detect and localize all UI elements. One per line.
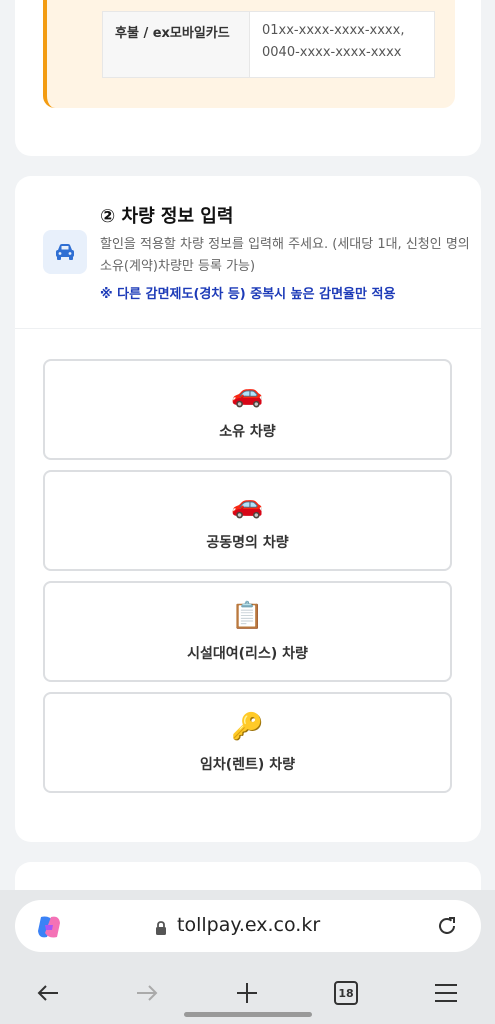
back-arrow-icon [37, 985, 58, 1001]
owned-vehicle-button[interactable]: 🚗 소유 차량 [43, 359, 452, 460]
table-header-cell: 후불 / ex모바일카드 [103, 12, 250, 77]
table-value-cell: 01xx-xxxx-xxxx-xxxx, 0040-xxxx-xxxx-xxxx [250, 12, 434, 77]
reload-icon[interactable] [435, 914, 459, 938]
menu-button[interactable] [432, 979, 460, 1007]
option-label: 소유 차량 [219, 423, 276, 440]
card-number-table: 후불 / ex모바일카드 01xx-xxxx-xxxx-xxxx, 0040-x… [102, 11, 435, 78]
option-label: 공동명의 차량 [206, 534, 289, 551]
rental-vehicle-button[interactable]: 🔑 임차(렌트) 차량 [43, 692, 452, 793]
section-header: ② 차량 정보 입력 할인을 적용할 차량 정보를 입력해 주세요. (세대당 … [15, 176, 481, 329]
car-icon: 🚗 [231, 489, 264, 520]
payment-info-card: 후불 / ex모바일카드 01xx-xxxx-xxxx-xxxx, 0040-x… [15, 0, 481, 156]
option-label: 임차(렌트) 차량 [200, 756, 295, 773]
joint-ownership-vehicle-button[interactable]: 🚗 공동명의 차량 [43, 470, 452, 571]
address-bar[interactable]: tollpay.ex.co.kr [15, 900, 481, 952]
section-description: 할인을 적용할 차량 정보를 입력해 주세요. (세대당 1대, 신청인 명의 … [100, 237, 470, 274]
notice-box: 후불 / ex모바일카드 01xx-xxxx-xxxx-xxxx, 0040-x… [43, 0, 455, 108]
menu-icon [435, 984, 457, 1002]
section-title: ② 차량 정보 입력 [100, 206, 234, 227]
lock-icon [156, 921, 166, 935]
tabs-button[interactable]: 18 [332, 979, 360, 1007]
car-icon [43, 230, 87, 274]
vehicle-info-card: ② 차량 정보 입력 할인을 적용할 차량 정보를 입력해 주세요. (세대당 … [15, 176, 481, 842]
option-label: 시설대여(리스) 차량 [187, 645, 308, 662]
discount-note: ※ 다른 감면제도(경차 등) 중복시 높은 감면율만 적용 [100, 287, 396, 302]
car-icon: 🚗 [231, 378, 264, 409]
key-icon: 🔑 [231, 711, 264, 742]
tab-count: 18 [334, 981, 358, 1005]
home-indicator[interactable] [184, 1012, 312, 1017]
clipboard-icon: 📋 [231, 600, 264, 631]
lease-vehicle-button[interactable]: 📋 시설대여(리스) 차량 [43, 581, 452, 682]
forward-arrow-icon [137, 985, 158, 1001]
forward-button[interactable] [133, 979, 161, 1007]
browser-address-area: tollpay.ex.co.kr [0, 890, 495, 962]
card-format-line-2: 0040-xxxx-xxxx-xxxx [262, 45, 402, 60]
copilot-icon[interactable] [35, 913, 63, 941]
card-format-line-1: 01xx-xxxx-xxxx-xxxx, [262, 23, 405, 38]
url-text[interactable]: tollpay.ex.co.kr [177, 914, 320, 936]
back-button[interactable] [34, 979, 62, 1007]
plus-icon [237, 983, 257, 1003]
new-tab-button[interactable] [233, 979, 261, 1007]
